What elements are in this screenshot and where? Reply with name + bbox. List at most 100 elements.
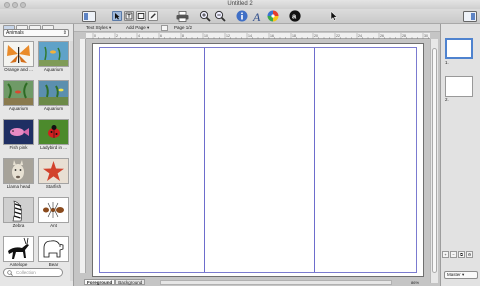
print-button[interactable] (176, 10, 189, 22)
starfish-image (39, 159, 68, 183)
ruler-number: 8 (182, 34, 184, 38)
clipart-item-label: Fish pink (9, 145, 28, 150)
document-scroll-thumb[interactable] (432, 48, 437, 273)
horizontal-scrollbar[interactable] (160, 280, 392, 285)
toolbar: A a (0, 9, 480, 24)
clipart-item-label: Ladybird in ... (39, 145, 67, 150)
clipart-item[interactable]: Aquarium (3, 80, 34, 112)
document-bar: Text Styles ▾ Add Page ▾ Page 1/2 (74, 24, 440, 32)
font-icon: A (252, 10, 261, 22)
document-scrollbar[interactable] (430, 39, 438, 283)
clipart-item-label: Ant (50, 223, 57, 228)
shape-tool-button[interactable] (136, 10, 146, 22)
duplicate-page-button[interactable]: ⧉ (458, 251, 465, 258)
zoom-in-icon (199, 10, 211, 22)
chevron-down-icon: ⇕ (62, 30, 67, 36)
toggle-sidebar-button[interactable] (82, 10, 96, 22)
clipart-item[interactable]: Llama head (3, 158, 34, 190)
page-number: 1. (445, 60, 449, 65)
toggle-pages-panel-button[interactable] (463, 10, 477, 22)
ruler-number: 14 (248, 34, 252, 38)
page-margin-guide (99, 47, 417, 273)
printer-icon (176, 10, 189, 22)
info-icon (236, 10, 248, 22)
colors-button[interactable] (267, 10, 279, 22)
text-box-tool-button[interactable] (124, 10, 134, 22)
pages-panel: 1. 2. + − ⧉ ⚙ Master ▾ (440, 24, 480, 286)
zoom-out-icon (214, 10, 226, 22)
page-thumbnail[interactable] (445, 38, 473, 59)
amazon-icon: a (289, 10, 301, 22)
arrow-cursor-icon (115, 13, 120, 20)
aquarium-image (39, 81, 68, 105)
zoom-in-button[interactable] (199, 10, 211, 22)
document-page[interactable] (92, 43, 424, 277)
text-styles-menu[interactable]: Text Styles ▾ (86, 24, 111, 32)
pen-tool-button[interactable] (148, 10, 158, 22)
butterfly-image (4, 42, 33, 66)
search-icon (7, 270, 13, 276)
ruler-number: 6 (160, 34, 162, 38)
clipart-item[interactable]: Aquarium (38, 41, 69, 73)
ruler-number: 20 (314, 34, 318, 38)
clipart-item[interactable]: Starfish (38, 158, 69, 190)
sidebar-scrollbar[interactable] (70, 41, 73, 281)
ruler-number: 18 (292, 34, 296, 38)
ruler-number: 24 (358, 34, 362, 38)
page-nav-icon[interactable] (161, 25, 168, 31)
tab-foreground[interactable]: Foreground (84, 279, 116, 285)
clipart-item[interactable]: Zebra (3, 197, 34, 229)
horizontal-ruler: 0 2 4 6 8 10 12 14 16 18 20 22 24 26 28 30 (86, 33, 430, 39)
page-thumbnail[interactable] (445, 76, 473, 97)
clipart-item[interactable]: Bear (38, 236, 69, 268)
close-window-button[interactable] (4, 2, 10, 8)
ruler-number: 0 (94, 34, 96, 38)
antelope-image (4, 237, 33, 261)
document-area: Text Styles ▾ Add Page ▾ Page 1/2 0 24 6 8 1… (74, 24, 440, 286)
clipart-item[interactable]: Ant (38, 197, 69, 229)
page-settings-button[interactable]: ⚙ (466, 251, 473, 258)
collection-search-field[interactable]: Collection (3, 268, 63, 277)
clipart-sidebar: Animals ⇕ Orange and ... Aquarium Aquari… (0, 24, 74, 286)
add-page-menu[interactable]: Add Page ▾ (126, 24, 149, 32)
pages-panel-icon (463, 10, 477, 22)
pink-fish-image (4, 120, 33, 144)
ruler-number: 4 (138, 34, 140, 38)
minimize-window-button[interactable] (12, 2, 18, 8)
ruler-number: 28 (402, 34, 406, 38)
add-page-button[interactable]: + (442, 251, 449, 258)
clipart-item[interactable]: Ladybird in ... (38, 119, 69, 151)
clipart-item-label: Llama head (6, 184, 31, 189)
select-tool-button[interactable] (112, 10, 122, 22)
category-select-value: Animals (6, 30, 24, 36)
title-bar: Untitled 2 (0, 0, 480, 9)
text-box-icon (125, 12, 133, 20)
clipart-item[interactable]: Fish pink (3, 119, 34, 151)
zoom-window-button[interactable] (20, 2, 26, 8)
amazon-button[interactable]: a (289, 10, 301, 22)
zoom-level[interactable]: 86% (411, 280, 419, 285)
zoom-out-button[interactable] (214, 10, 226, 22)
ladybird-image (39, 120, 68, 144)
clipart-item-label: Zebra (12, 223, 25, 228)
tab-background[interactable]: Background (115, 279, 146, 285)
category-select[interactable]: Animals ⇕ (3, 29, 69, 37)
ruler-number: 12 (226, 34, 230, 38)
master-page-select[interactable]: Master ▾ (444, 271, 478, 279)
mouse-cursor (330, 10, 338, 22)
clipart-item[interactable]: Antelope (3, 236, 34, 268)
fonts-button[interactable]: A (252, 10, 264, 22)
clipart-item-label: Aquarium (8, 106, 29, 111)
clipart-item[interactable]: Orange and ... (3, 41, 34, 73)
bear-image (39, 237, 68, 261)
search-placeholder: Collection (16, 270, 36, 275)
mouse-pointer-icon (330, 11, 338, 21)
ruler-ticks: 0 2 4 6 8 10 12 14 16 18 20 22 24 26 28 30 (92, 33, 429, 39)
clipart-item-label: Starfish (45, 184, 62, 189)
remove-page-button[interactable]: − (450, 251, 457, 258)
vertical-ruler (80, 39, 86, 273)
clipart-item[interactable]: Aquarium (38, 80, 69, 112)
info-button[interactable] (236, 10, 248, 22)
page-indicator: Page 1/2 (174, 25, 193, 30)
rectangle-icon (137, 13, 145, 19)
